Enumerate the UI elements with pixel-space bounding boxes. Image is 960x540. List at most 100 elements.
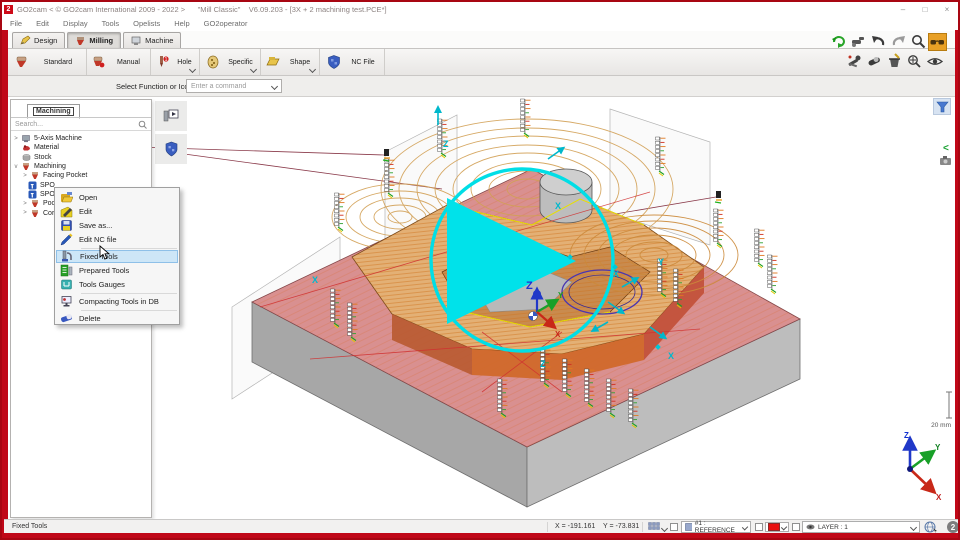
ribbon-shape-button[interactable]: Shape xyxy=(261,49,320,75)
menu-edit[interactable]: Edit xyxy=(36,19,49,28)
status-bar: Fixed Tools X = -191.161 Y = -73.831 #1 … xyxy=(4,519,960,533)
nc-file-button[interactable] xyxy=(155,134,187,164)
eraser-capsule-icon[interactable] xyxy=(866,53,883,70)
context-menu: Open Edit Save as... Edit NC file Fixed … xyxy=(54,187,180,325)
ribbon-ncfile-button[interactable]: NC File xyxy=(320,49,385,75)
minimize-icon[interactable]: – xyxy=(892,3,914,15)
help-icon[interactable]: 2 xyxy=(947,521,959,533)
menu-display[interactable]: Display xyxy=(63,19,88,28)
layer-dropdown-icon xyxy=(910,523,917,530)
menu-tools[interactable]: Tools xyxy=(102,19,120,28)
zoom-icon[interactable] xyxy=(910,33,927,50)
color-swatch xyxy=(768,523,780,531)
context-edit-nc-file[interactable]: Edit NC file xyxy=(56,233,178,246)
view-tools-row1 xyxy=(828,33,956,52)
ribbon-hole-button[interactable]: 1 Hole xyxy=(151,49,200,75)
zoom-region-icon[interactable] xyxy=(906,53,923,70)
ribbon-specific-button[interactable]: Specific xyxy=(200,49,261,75)
context-delete[interactable]: Delete xyxy=(56,312,178,325)
context-save-as[interactable]: Save as... xyxy=(56,219,178,232)
tree-item-material[interactable]: Material xyxy=(13,143,149,152)
search-box[interactable]: Search... xyxy=(11,118,151,131)
shape-dropdown-icon[interactable] xyxy=(309,66,316,73)
tree-item-stock[interactable]: Stock xyxy=(13,153,149,162)
layer-combobox[interactable]: LAYER : 1 xyxy=(802,521,920,533)
view-tools-row2 xyxy=(846,53,956,72)
workspace-tabs: Design Milling Machine xyxy=(8,31,958,49)
search-icon xyxy=(138,120,147,129)
svg-text:X: X xyxy=(312,275,318,285)
prepared-tools-icon xyxy=(60,264,73,277)
collapse-panel-icon[interactable]: < xyxy=(943,143,949,154)
filter-icon xyxy=(936,101,949,113)
reference-icon xyxy=(685,523,692,531)
simulation-button[interactable] xyxy=(155,101,187,131)
specific-dropdown-icon[interactable] xyxy=(250,66,257,73)
camera-icon[interactable] xyxy=(939,155,953,166)
globe-icon[interactable] xyxy=(924,521,938,533)
tab-milling[interactable]: Milling xyxy=(67,32,121,48)
status-y-coordinate: Y = -73.831 xyxy=(603,523,639,530)
operation-icon xyxy=(31,199,40,208)
bucket-pencil-icon[interactable] xyxy=(886,53,903,70)
design-icon xyxy=(20,35,31,46)
redo-icon[interactable] xyxy=(890,33,907,50)
menu-go2operator[interactable]: GO2operator xyxy=(204,19,248,28)
color-swatch-combobox[interactable] xyxy=(765,522,789,532)
nc-file-shield-icon xyxy=(164,141,179,157)
mouse-cursor xyxy=(99,245,111,261)
status-x-coordinate: X = -191.161 xyxy=(555,523,595,530)
menu-bar: File Edit Display Tools Opelists Help GO… xyxy=(2,16,958,31)
menu-opelists[interactable]: Opelists xyxy=(133,19,160,28)
context-fixed-tools[interactable]: Fixed Tools xyxy=(56,250,178,263)
svg-text:Z: Z xyxy=(443,139,449,149)
milling-icon xyxy=(75,35,86,46)
nc-file-shield-icon xyxy=(326,54,342,70)
menu-file[interactable]: File xyxy=(10,19,22,28)
grid-icon[interactable] xyxy=(648,522,661,533)
grid-checkbox[interactable] xyxy=(670,523,678,531)
command-prompt-label: Select Function or Icon? xyxy=(116,82,197,91)
status-message: Fixed Tools xyxy=(12,523,47,530)
view-glasses-button[interactable] xyxy=(928,33,947,51)
hole-dropdown-icon[interactable] xyxy=(189,66,196,73)
context-tools-gauges[interactable]: Tools Gauges xyxy=(56,278,178,291)
command-dropdown-icon xyxy=(271,82,278,89)
ribbon-standard-button[interactable]: Standard xyxy=(8,49,87,75)
filter-button[interactable] xyxy=(933,98,951,115)
right-accent-strip xyxy=(955,30,958,533)
tree-item-machining[interactable]: v Machining xyxy=(13,162,149,171)
reference-checkbox[interactable] xyxy=(755,523,763,531)
rotate-view-icon[interactable] xyxy=(830,33,847,50)
reference-combobox[interactable]: #1 : REFERENCE xyxy=(681,521,751,533)
shape-icon xyxy=(265,54,281,70)
close-icon[interactable]: × xyxy=(936,3,958,15)
tree-item-machine[interactable]: > 5-Axis Machine xyxy=(13,134,149,143)
context-compacting-tools[interactable]: Compacting Tools in DB xyxy=(56,295,178,308)
stock-icon xyxy=(22,153,31,162)
context-prepared-tools[interactable]: Prepared Tools xyxy=(56,264,178,277)
world-triad: Z Y X xyxy=(904,431,942,502)
svg-text:X: X xyxy=(936,493,942,502)
tree-item-facing-pocket[interactable]: > Facing Pocket xyxy=(13,171,149,180)
layer-checkbox[interactable] xyxy=(792,523,800,531)
svg-text:Z: Z xyxy=(904,431,909,440)
maximize-icon[interactable]: □ xyxy=(914,3,936,15)
svg-text:Y: Y xyxy=(658,257,664,267)
context-open[interactable]: Open xyxy=(56,191,178,204)
grid-dropdown-icon[interactable] xyxy=(661,525,668,532)
svg-text:X: X xyxy=(555,330,561,339)
open-folder-icon xyxy=(60,191,73,204)
eye-icon[interactable] xyxy=(926,53,944,70)
title-bar: 2 GO2cam < © GO2cam International 2009 -… xyxy=(2,2,958,16)
menu-help[interactable]: Help xyxy=(174,19,189,28)
tab-machine[interactable]: Machine xyxy=(123,32,181,48)
machining-tools-icon[interactable] xyxy=(846,53,863,70)
tab-design[interactable]: Design xyxy=(12,32,65,48)
context-edit[interactable]: Edit xyxy=(56,205,178,218)
reference-dropdown-icon xyxy=(741,524,748,531)
ribbon-manual-button[interactable]: Manual xyxy=(87,49,151,75)
command-combobox[interactable]: Enter a command xyxy=(186,79,282,93)
pan-hand-icon[interactable] xyxy=(850,33,867,50)
undo-icon[interactable] xyxy=(870,33,887,50)
